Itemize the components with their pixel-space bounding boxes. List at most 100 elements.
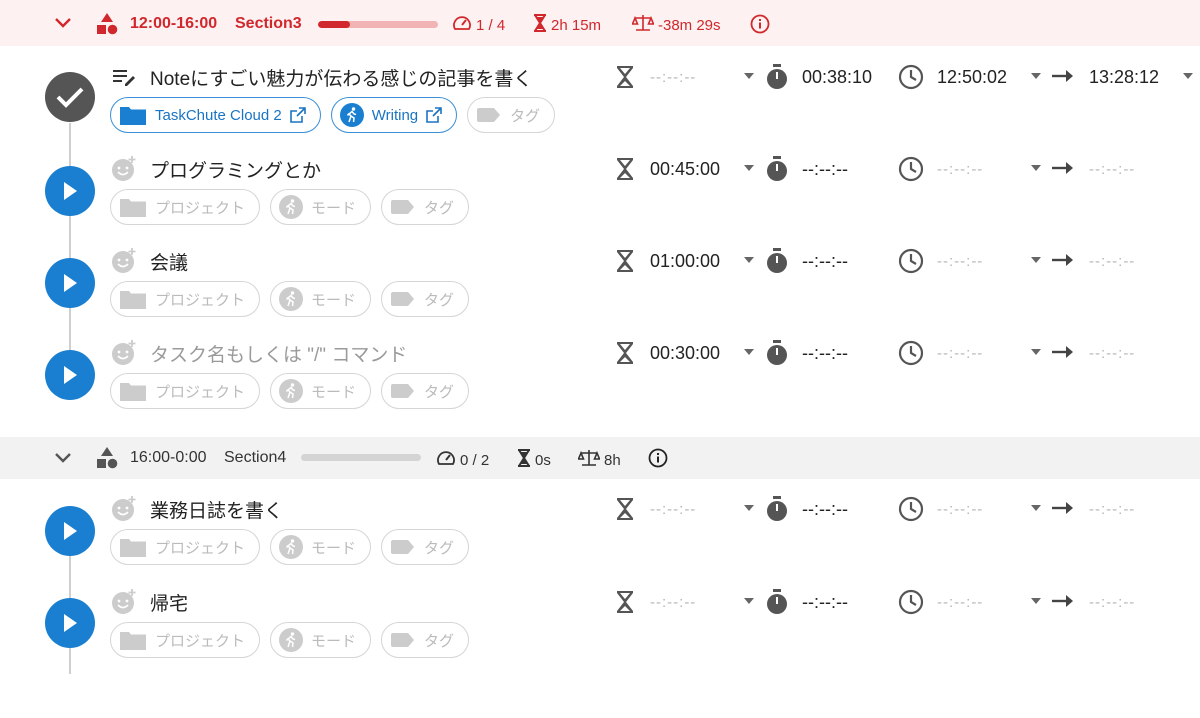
mode-chip[interactable]: モード: [270, 189, 372, 225]
tag-chip-label: タグ: [424, 383, 455, 401]
play-button[interactable]: [45, 166, 95, 216]
tag-chip[interactable]: タグ: [381, 373, 470, 409]
estimate-value[interactable]: 00:30:00: [650, 343, 720, 364]
start-time-dropdown[interactable]: [1031, 349, 1041, 355]
section-name[interactable]: Section4: [224, 449, 286, 467]
estimate-dropdown[interactable]: [744, 73, 754, 79]
estimate-dropdown[interactable]: [744, 598, 754, 604]
folder-icon: [119, 288, 147, 310]
add-emoji-icon[interactable]: [111, 340, 137, 366]
add-emoji-icon[interactable]: [111, 156, 137, 182]
project-chip[interactable]: プロジェクト: [110, 281, 261, 317]
play-button[interactable]: [45, 598, 95, 648]
end-time-dropdown[interactable]: [1183, 73, 1193, 79]
info-icon[interactable]: [648, 448, 668, 468]
task-title[interactable]: 業務日誌を書く: [150, 496, 283, 523]
start-time-dropdown[interactable]: [1031, 257, 1041, 263]
play-button[interactable]: [45, 506, 95, 556]
task-title[interactable]: プログラミングとか: [150, 156, 321, 183]
external-link-icon[interactable]: [426, 107, 442, 123]
start-time-dropdown[interactable]: [1031, 165, 1041, 171]
project-chip[interactable]: プロジェクト: [110, 529, 261, 565]
stopwatch-icon: [765, 248, 789, 274]
actual-value[interactable]: --:--:--: [802, 499, 848, 520]
mode-chip[interactable]: モード: [270, 622, 372, 658]
clock-icon: [898, 496, 924, 522]
start-time-dropdown[interactable]: [1031, 73, 1041, 79]
actual-value[interactable]: 00:38:10: [802, 67, 872, 88]
start-time-value[interactable]: --:--:--: [937, 594, 983, 611]
mode-chip[interactable]: モード: [270, 529, 372, 565]
mode-chip[interactable]: モード: [270, 281, 372, 317]
end-time-value[interactable]: --:--:--: [1089, 345, 1135, 362]
arrow-right-icon: [1052, 345, 1074, 364]
estimate-value[interactable]: --:--:--: [650, 69, 696, 86]
mode-chip[interactable]: Writing: [330, 97, 458, 133]
section-count: 1 / 4: [452, 14, 505, 36]
project-chip[interactable]: プロジェクト: [110, 189, 261, 225]
mode-runner-icon: [279, 195, 304, 219]
start-time-dropdown[interactable]: [1031, 505, 1041, 511]
actual-value[interactable]: --:--:--: [802, 343, 848, 364]
tag-chip[interactable]: タグ: [381, 281, 470, 317]
start-time-dropdown[interactable]: [1031, 598, 1041, 604]
end-time-value[interactable]: --:--:--: [1089, 161, 1135, 178]
arrow-right-icon: [1052, 253, 1074, 272]
section-count: 0 / 2: [436, 449, 489, 471]
estimate-value[interactable]: --:--:--: [650, 501, 696, 518]
tag-chip[interactable]: タグ: [381, 529, 470, 565]
estimate-dropdown[interactable]: [744, 165, 754, 171]
info-icon[interactable]: [750, 14, 770, 34]
arrow-right-icon: [1052, 501, 1074, 520]
task-title[interactable]: 会議: [150, 248, 188, 275]
add-emoji-icon[interactable]: [111, 248, 137, 274]
collapse-chevron-icon[interactable]: [52, 447, 74, 469]
end-time-value[interactable]: 13:28:12: [1089, 67, 1159, 88]
task-row: プログラミングとか プロジェクト モード タグ 00:45:00 --:--:-…: [0, 152, 1200, 244]
mode-chip-label: Writing: [371, 106, 419, 124]
section-count-text: 0 / 2: [460, 451, 490, 469]
section-balance: 8h: [577, 449, 621, 471]
folder-icon: [119, 380, 147, 402]
estimate-value[interactable]: --:--:--: [650, 594, 696, 611]
estimate-value[interactable]: 01:00:00: [650, 251, 720, 272]
start-time-value[interactable]: --:--:--: [937, 161, 983, 178]
estimate-dropdown[interactable]: [744, 505, 754, 511]
start-time-value[interactable]: --:--:--: [937, 501, 983, 518]
hourglass-icon: [615, 64, 635, 90]
estimate-dropdown[interactable]: [744, 349, 754, 355]
end-time-value[interactable]: --:--:--: [1089, 594, 1135, 611]
tag-chip[interactable]: タグ: [381, 189, 470, 225]
external-link-icon[interactable]: [289, 107, 306, 123]
complete-check-button[interactable]: [45, 72, 95, 122]
actual-value[interactable]: --:--:--: [802, 159, 848, 180]
end-time-value[interactable]: --:--:--: [1089, 253, 1135, 270]
tag-chip[interactable]: タグ: [381, 622, 470, 658]
add-emoji-icon[interactable]: [111, 589, 137, 615]
collapse-chevron-icon[interactable]: [52, 12, 74, 34]
section-estimate-text: 0s: [535, 451, 551, 469]
start-time-value[interactable]: --:--:--: [937, 253, 983, 270]
actual-value[interactable]: --:--:--: [802, 251, 848, 272]
note-edit-icon[interactable]: [111, 64, 137, 90]
task-name-input[interactable]: タスク名もしくは "/" コマンド: [150, 340, 407, 367]
add-emoji-icon[interactable]: [111, 496, 137, 522]
tag-chip[interactable]: タグ: [467, 97, 556, 133]
task-title[interactable]: Noteにすごい魅力が伝わる感じの記事を書く: [150, 64, 532, 91]
section-name[interactable]: Section3: [235, 15, 302, 33]
start-time-value[interactable]: --:--:--: [937, 345, 983, 362]
task-title[interactable]: 帰宅: [150, 589, 188, 616]
end-time-value[interactable]: --:--:--: [1089, 501, 1135, 518]
estimate-value[interactable]: 00:45:00: [650, 159, 720, 180]
project-chip[interactable]: プロジェクト: [110, 373, 261, 409]
mode-chip[interactable]: モード: [270, 373, 372, 409]
tag-icon: [476, 106, 502, 124]
start-time-value[interactable]: 12:50:02: [937, 67, 1007, 88]
project-chip[interactable]: TaskChute Cloud 2: [110, 97, 321, 133]
actual-value[interactable]: --:--:--: [802, 592, 848, 613]
play-button[interactable]: [45, 258, 95, 308]
estimate-dropdown[interactable]: [744, 257, 754, 263]
project-chip[interactable]: プロジェクト: [110, 622, 261, 658]
tag-chip-label: タグ: [424, 539, 455, 557]
play-button[interactable]: [45, 350, 95, 400]
